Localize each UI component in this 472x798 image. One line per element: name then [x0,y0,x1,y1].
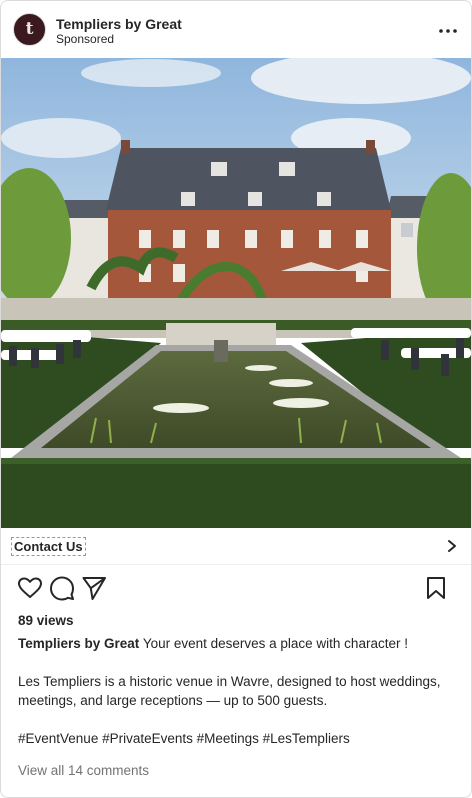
historic-venue-photo [1,58,471,528]
caption-author[interactable]: Templiers by Great [18,636,139,651]
heart-icon[interactable] [17,575,43,601]
comment-icon[interactable] [49,575,75,601]
sponsored-label: Sponsored [56,32,115,46]
send-icon[interactable] [81,575,107,601]
caption-text-body: Les Templiers is a historic venue in Wav… [18,674,441,708]
contact-us-cta[interactable]: Contact Us [1,528,471,565]
avatar-logo-mark: t [25,19,34,39]
sponsored-post: t Templiers by Great Sponsored Contact U… [0,0,472,798]
contact-us-label: Contact Us [11,537,86,556]
caption-first-line: Templiers by Great Your event deserves a… [18,634,458,653]
view-all-comments-link[interactable]: View all 14 comments [18,763,149,778]
chevron-right-icon [448,540,456,552]
more-options-button[interactable] [437,21,459,41]
post-image[interactable] [1,58,471,528]
avatar[interactable]: t [13,13,46,46]
caption-text-intro: Your event deserves a place with charact… [142,636,408,651]
more-horizontal-icon [439,29,457,33]
post-header: t Templiers by Great Sponsored [1,1,471,58]
caption-hashtags[interactable]: #EventVenue #PrivateEvents #Meetings #Le… [18,729,458,748]
account-name[interactable]: Templiers by Great [56,16,182,32]
post-caption: Templiers by Great Your event deserves a… [18,634,458,748]
view-count: 89 views [18,613,74,628]
action-bar [1,571,471,607]
bookmark-icon[interactable] [423,575,449,601]
